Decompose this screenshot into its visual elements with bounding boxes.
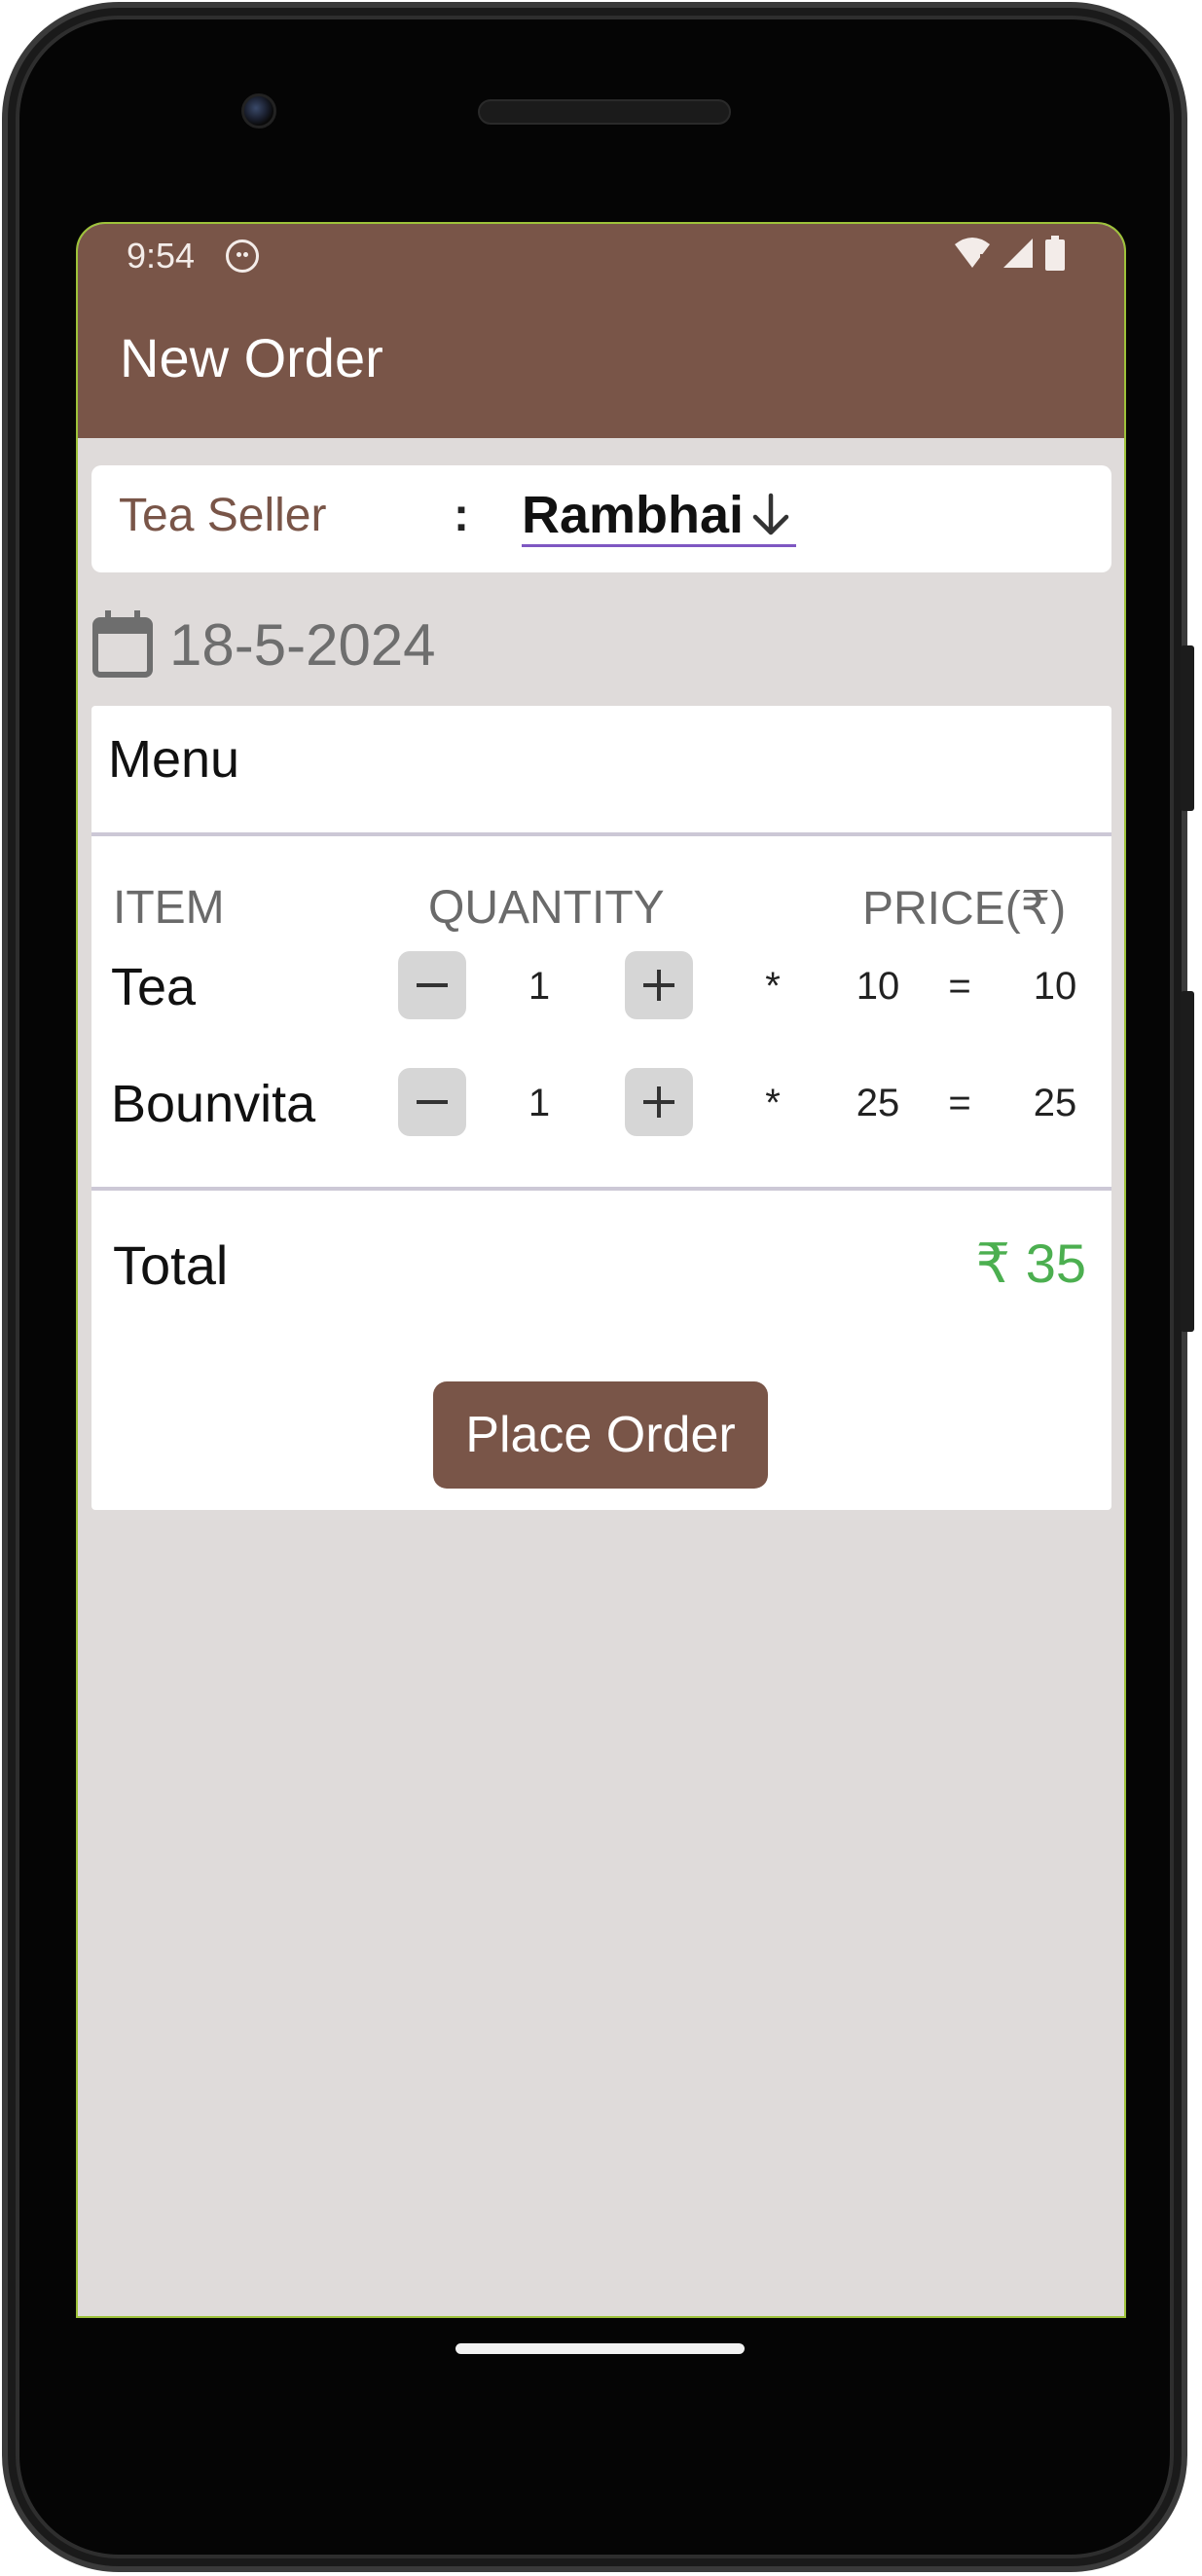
equals-sign: =: [948, 965, 971, 1008]
line-total: 25: [1033, 1082, 1077, 1124]
wifi-icon: [955, 238, 990, 268]
seller-card: Tea Seller : Rambhai: [91, 465, 1111, 572]
minus-icon: [417, 1100, 448, 1104]
total-label: Total: [113, 1234, 229, 1296]
menu-card: Menu ITEM QUANTITY PRICE(₹) Tea 1 * 10 =…: [91, 706, 1111, 1510]
header-price: PRICE(₹): [862, 883, 1067, 935]
earpiece-speaker: [478, 99, 731, 125]
quantity-value: 1: [528, 1082, 551, 1124]
page-title: New Order: [120, 327, 383, 388]
menu-title: Menu: [108, 730, 240, 789]
menu-row: Tea 1 * 10 = 10: [91, 949, 1111, 1027]
seller-value: Rambhai: [522, 485, 745, 544]
app-bar: 9:54 New Order: [78, 224, 1124, 438]
seller-label: Tea Seller: [119, 490, 327, 541]
quantity-value: 1: [528, 965, 551, 1008]
home-indicator[interactable]: [455, 2343, 745, 2354]
power-button: [1181, 645, 1194, 811]
unit-price: 25: [856, 1082, 900, 1124]
menu-row: Bounvita 1 * 25 = 25: [91, 1066, 1111, 1144]
line-total: 10: [1033, 965, 1077, 1008]
seller-dropdown[interactable]: Rambhai: [522, 485, 797, 547]
multiply-sign: *: [765, 1082, 781, 1124]
unit-price: 10: [856, 965, 900, 1008]
date-picker[interactable]: 18-5-2024: [91, 606, 436, 683]
plus-icon: [643, 1086, 674, 1118]
app-screen: 9:54 New Order Tea Seller : Rambhai 18-5…: [76, 222, 1126, 2318]
notification-face-icon: [226, 239, 259, 273]
header-quantity: QUANTITY: [428, 882, 665, 934]
status-icons: [953, 236, 1066, 271]
front-camera: [241, 93, 276, 129]
item-name: Bounvita: [111, 1075, 316, 1133]
minus-icon: [417, 983, 448, 987]
calendar-icon: [92, 610, 153, 678]
multiply-sign: *: [765, 965, 781, 1008]
increase-quantity-button[interactable]: [625, 1068, 693, 1136]
arrow-down-icon: [752, 493, 789, 534]
total-divider: [91, 1187, 1111, 1191]
total-value: ₹ 35: [975, 1233, 1086, 1294]
equals-sign: =: [948, 1082, 971, 1124]
signal-icon: [1003, 239, 1033, 268]
increase-quantity-button[interactable]: [625, 951, 693, 1019]
battery-icon: [1045, 236, 1065, 271]
status-time: 9:54: [127, 236, 196, 276]
seller-separator: :: [454, 490, 469, 541]
volume-button: [1181, 991, 1194, 1332]
plus-icon: [643, 970, 674, 1001]
decrease-quantity-button[interactable]: [398, 951, 466, 1019]
order-date: 18-5-2024: [169, 611, 436, 678]
place-order-button[interactable]: Place Order: [433, 1381, 768, 1489]
item-name: Tea: [111, 958, 197, 1016]
decrease-quantity-button[interactable]: [398, 1068, 466, 1136]
phone-frame: 9:54 New Order Tea Seller : Rambhai 18-5…: [2, 2, 1194, 2572]
header-item: ITEM: [113, 882, 225, 934]
menu-divider: [91, 832, 1111, 836]
